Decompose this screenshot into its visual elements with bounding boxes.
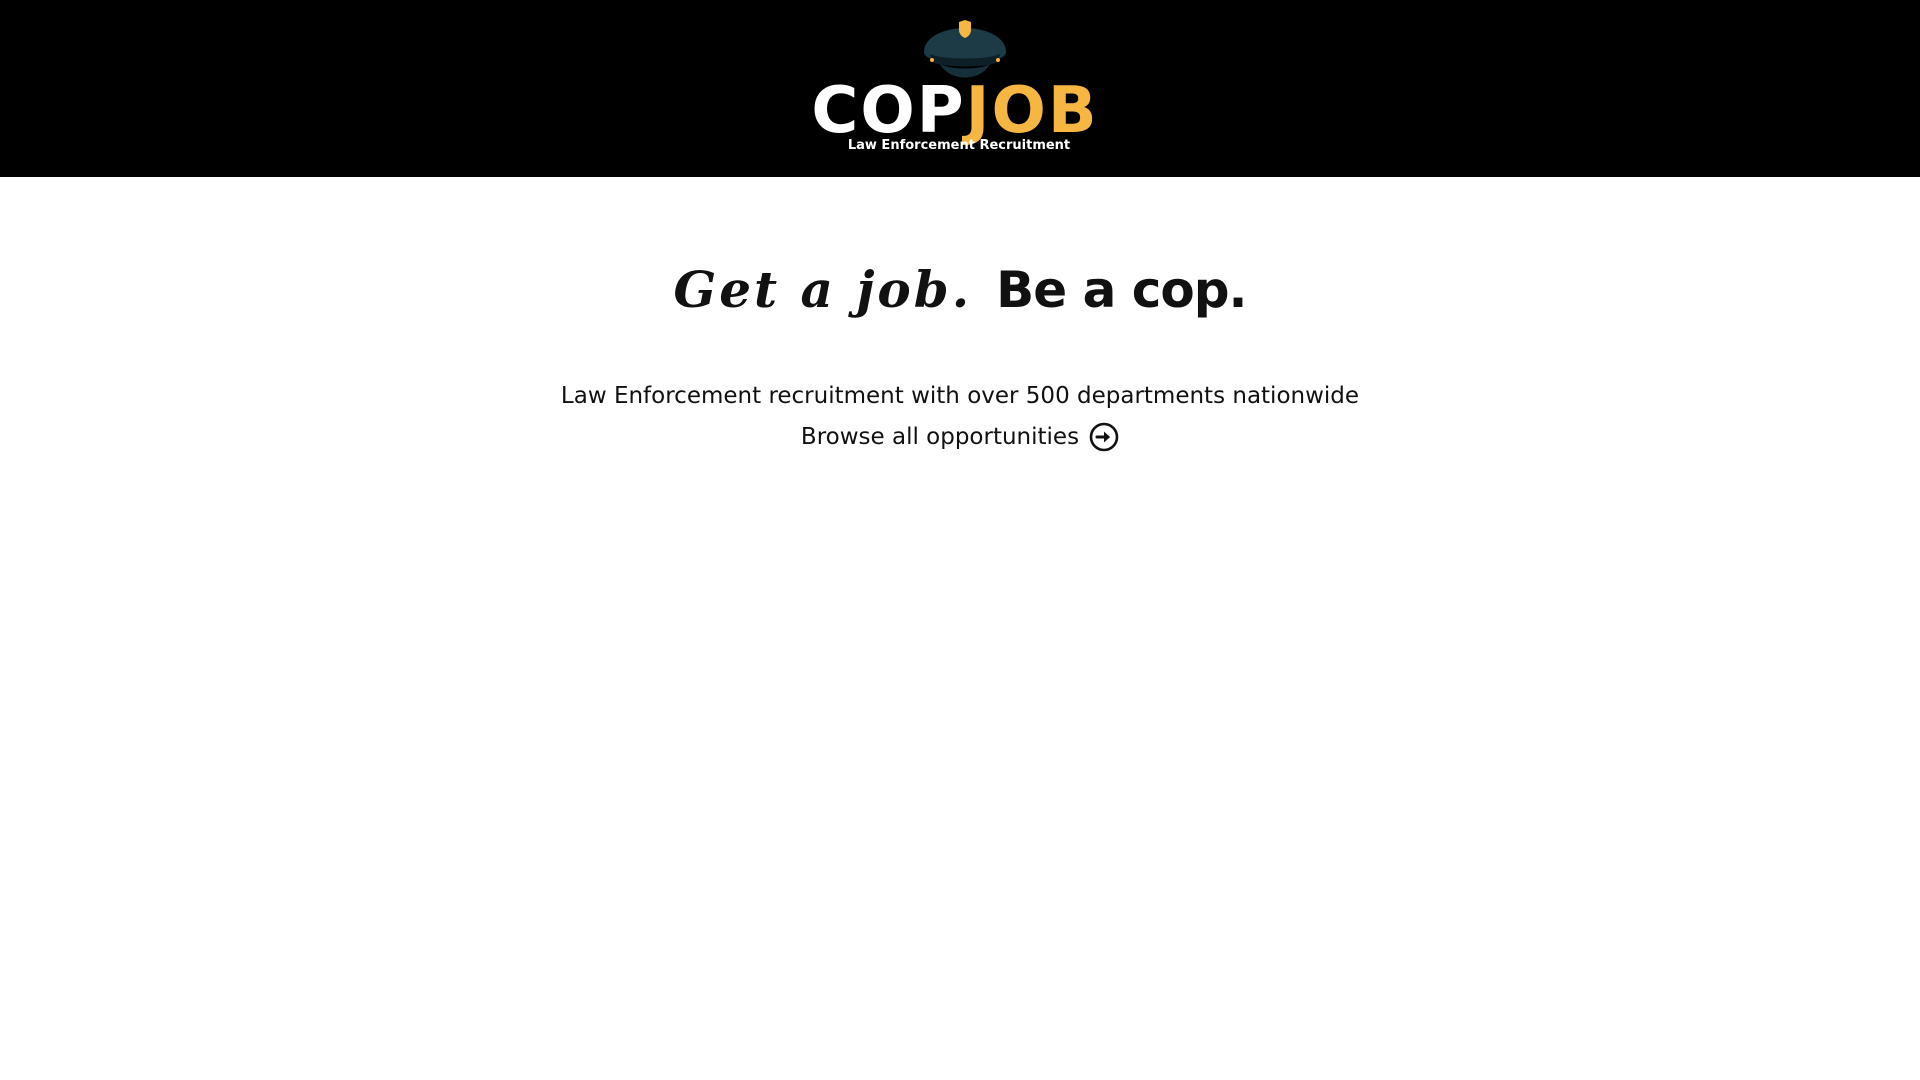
headline-bold-text: Be a cop.	[996, 261, 1247, 319]
browse-row: Browse all opportunities	[0, 420, 1920, 454]
copjob-logo[interactable]: COPJOB Law Enforcement Recruitment	[810, 14, 1110, 164]
browse-opportunities-link[interactable]: Browse all opportunities	[801, 420, 1119, 454]
logo-wordmark: COPJOB	[810, 76, 1100, 146]
headline-script-text: Get a job.	[673, 260, 973, 319]
browse-link-label: Browse all opportunities	[800, 424, 1080, 450]
hero-subtitle: Law Enforcement recruitment with over 50…	[560, 383, 1360, 409]
logo-word-cop: COP	[811, 74, 966, 148]
hero-headline: Get a job. Be a cop.	[0, 258, 1920, 322]
logo-tagline: Law Enforcement Recruitment	[847, 138, 1071, 153]
top-header: COPJOB Law Enforcement Recruitment	[0, 0, 1920, 177]
logo-word-job: JOB	[965, 74, 1099, 148]
circle-arrow-right-icon	[1089, 422, 1119, 452]
